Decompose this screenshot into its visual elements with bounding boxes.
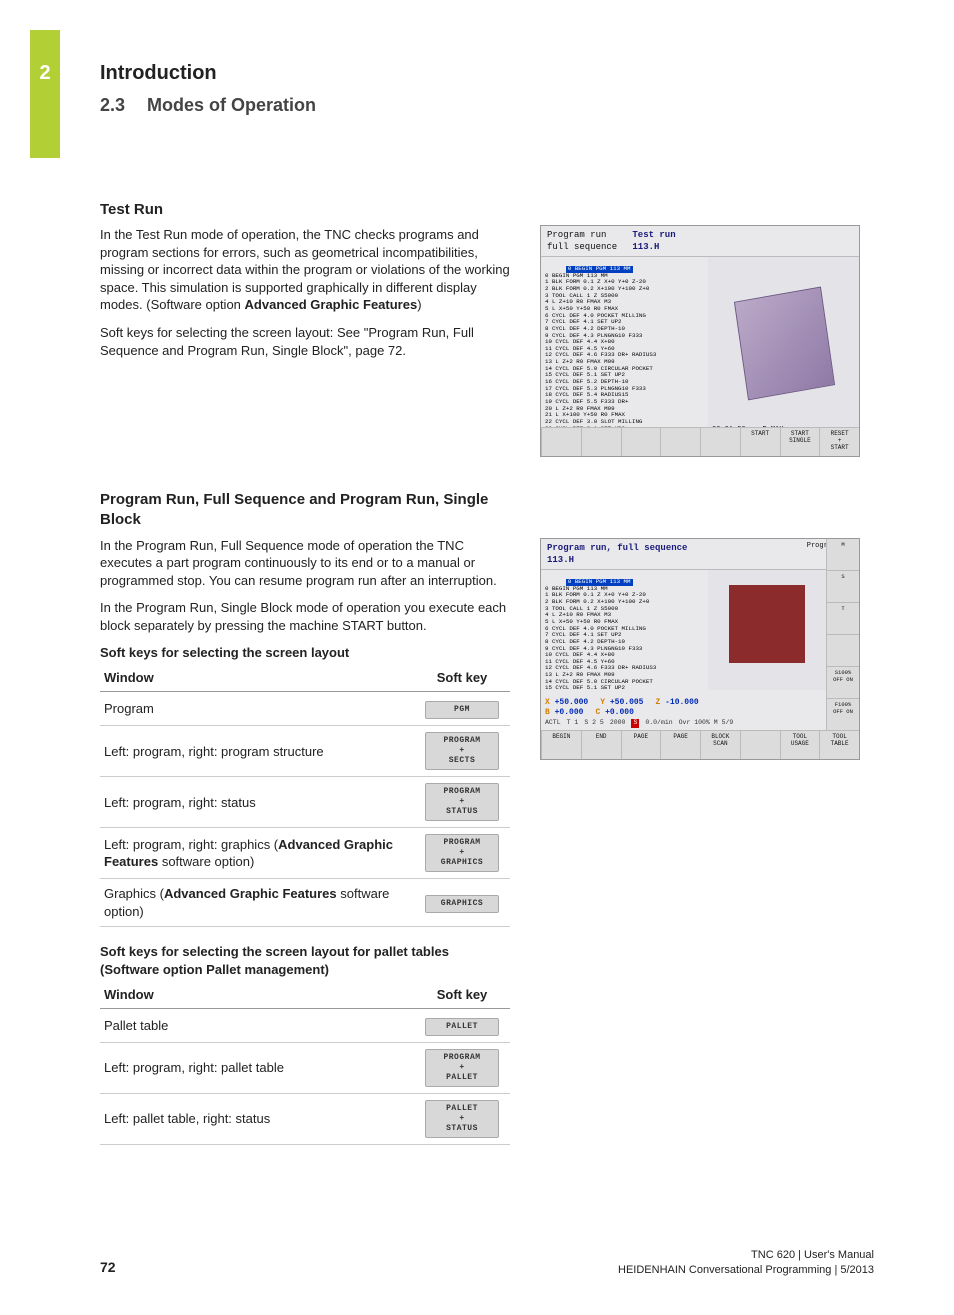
side-key-s100[interactable]: S100% OFF ON [827,667,859,699]
table2-caption: Soft keys for selecting the screen layou… [100,943,510,978]
section-number: 2.3 [100,93,142,117]
cell-window: Left: program, right: graphics (Advanced… [100,828,414,879]
text-bold: Advanced Graphic Features [245,297,418,312]
nc-code-listing: 0 BEGIN PGM 113 MM 0 BEGIN PGM 113 MM 1 … [541,257,708,437]
screenshot-test-run: Program run full sequence Test run 113.H… [540,225,860,457]
softkey-pallet[interactable]: PALLET [425,1018,499,1036]
section-heading: 2.3 Modes of Operation [100,93,316,117]
chapter-title: Introduction [100,60,316,87]
graphic-3d-preview: 00:01:50 F MAX [708,257,859,437]
screenshot-title: Test run [632,230,675,240]
th-softkey: Soft key [414,664,510,692]
softkey[interactable] [660,428,700,456]
page-footer: 72 TNC 620 | User's Manual HEIDENHAIN Co… [100,1248,874,1277]
softkey[interactable] [541,428,581,456]
table1-caption: Soft keys for selecting the screen layou… [100,644,510,662]
footer-text: TNC 620 | User's Manual HEIDENHAIN Conve… [618,1248,874,1277]
side-key-m[interactable]: M [827,539,859,571]
screenshot-file: 113.H [547,555,574,565]
table-row: Left: pallet table, right: status PALLET… [100,1094,510,1145]
softkey-pallet-status[interactable]: PALLET + STATUS [425,1100,499,1138]
test-run-para2: Soft keys for selecting the screen layou… [100,324,510,359]
softkey-start-single[interactable]: START SINGLE [780,428,820,456]
th-window: Window [100,664,414,692]
softkey[interactable] [581,428,621,456]
cell-window: Left: pallet table, right: status [100,1094,414,1145]
softkey-page-down[interactable]: PAGE [660,731,700,759]
softkey-begin[interactable]: BEGIN [541,731,581,759]
softkey-program-pallet[interactable]: PROGRAM + PALLET [425,1049,499,1087]
cell-window: Graphics (Advanced Graphic Features soft… [100,879,414,927]
softkey-block-scan[interactable]: BLOCK SCAN [700,731,740,759]
heading-test-run: Test Run [100,200,510,220]
cell-window: Program [100,692,414,726]
mode-label: Program run full sequence [547,229,627,253]
softkey-row: BEGIN END PAGE PAGE BLOCK SCAN TOOL USAG… [541,730,859,759]
side-key-f100[interactable]: F100% OFF ON [827,699,859,731]
text: ) [417,297,421,312]
cell-window: Left: program, right: program structure [100,726,414,777]
softkey-tool-usage[interactable]: TOOL USAGE [780,731,820,759]
screenshot-titlebar: Program run full sequence Test run 113.H [541,226,859,257]
section-test-run: Test Run In the Test Run mode of operati… [100,200,510,369]
table-row: Program PGM [100,692,510,726]
softkey-end[interactable]: END [581,731,621,759]
softkey[interactable] [700,428,740,456]
softkey-page-up[interactable]: PAGE [621,731,661,759]
softkey[interactable] [621,428,661,456]
page-number: 72 [100,1258,116,1277]
table-row: Left: program, right: graphics (Advanced… [100,828,510,879]
graphic-top-view [708,570,827,690]
softkey-reset-start[interactable]: RESET + START [819,428,859,456]
table-row: Left: program, right: pallet table PROGR… [100,1043,510,1094]
screenshot-titlebar: Program run, full sequence 113.H Program… [541,539,859,570]
softkey-start[interactable]: START [740,428,780,456]
cell-window: Pallet table [100,1009,414,1043]
side-key-s[interactable]: S [827,571,859,603]
table-screen-layout: Window Soft key Program PGM Left: progra… [100,664,510,928]
cell-window: Left: program, right: pallet table [100,1043,414,1094]
softkey-tool-table[interactable]: TOOL TABLE [819,731,859,759]
section-program-run: Program Run, Full Sequence and Program R… [100,490,510,1161]
table-row: Graphics (Advanced Graphic Features soft… [100,879,510,927]
code-lines: 0 BEGIN PGM 113 MM 1 BLK FORM 0.1 Z X+0 … [545,272,656,438]
program-run-para2: In the Program Run, Single Block mode of… [100,599,510,634]
th-window: Window [100,981,414,1009]
softkey-program-status[interactable]: PROGRAM + STATUS [425,783,499,821]
cell-window: Left: program, right: status [100,777,414,828]
softkey-graphics[interactable]: GRAPHICS [425,895,499,913]
nc-code-listing: 0 BEGIN PGM 113 MM 0 BEGIN PGM 113 MM 1 … [541,570,708,690]
softkey-program-graphics[interactable]: PROGRAM + GRAPHICS [425,834,499,872]
workpiece-isometric [734,287,835,401]
th-softkey: Soft key [414,981,510,1009]
screenshot-file: 113.H [632,242,659,252]
screenshot-program-run: Program run, full sequence 113.H Program… [540,538,860,760]
section-title: Modes of Operation [147,95,316,115]
code-lines: 0 BEGIN PGM 113 MM 1 BLK FORM 0.1 Z X+0 … [545,585,656,691]
side-key-t[interactable]: T [827,603,859,635]
screenshot-title: Program run, full sequence [547,543,687,553]
side-key[interactable] [827,635,859,667]
heading-program-run: Program Run, Full Sequence and Program R… [100,490,510,531]
table-pallet-layout: Window Soft key Pallet table PALLET Left… [100,981,510,1146]
page-header: Introduction 2.3 Modes of Operation [100,60,316,117]
side-softkeys: M S T S100% OFF ON F100% OFF ON [826,539,859,731]
table-row: Pallet table PALLET [100,1009,510,1043]
softkey-program-sects[interactable]: PROGRAM + SECTS [425,732,499,770]
softkey-row: START START SINGLE RESET + START [541,427,859,456]
table-row: Left: program, right: program structure … [100,726,510,777]
softkey-pgm[interactable]: PGM [425,701,499,719]
program-run-para1: In the Program Run, Full Sequence mode o… [100,537,510,590]
status-row: ACTL T 1 S 2 5 2000 S 0.0/min Ovr 100% M… [541,718,825,729]
softkey[interactable] [740,731,780,759]
chapter-bar [30,30,60,158]
chapter-number: 2 [30,60,60,87]
table-row: Left: program, right: status PROGRAM + S… [100,777,510,828]
workpiece-top [729,585,804,663]
test-run-para1: In the Test Run mode of operation, the T… [100,226,510,314]
